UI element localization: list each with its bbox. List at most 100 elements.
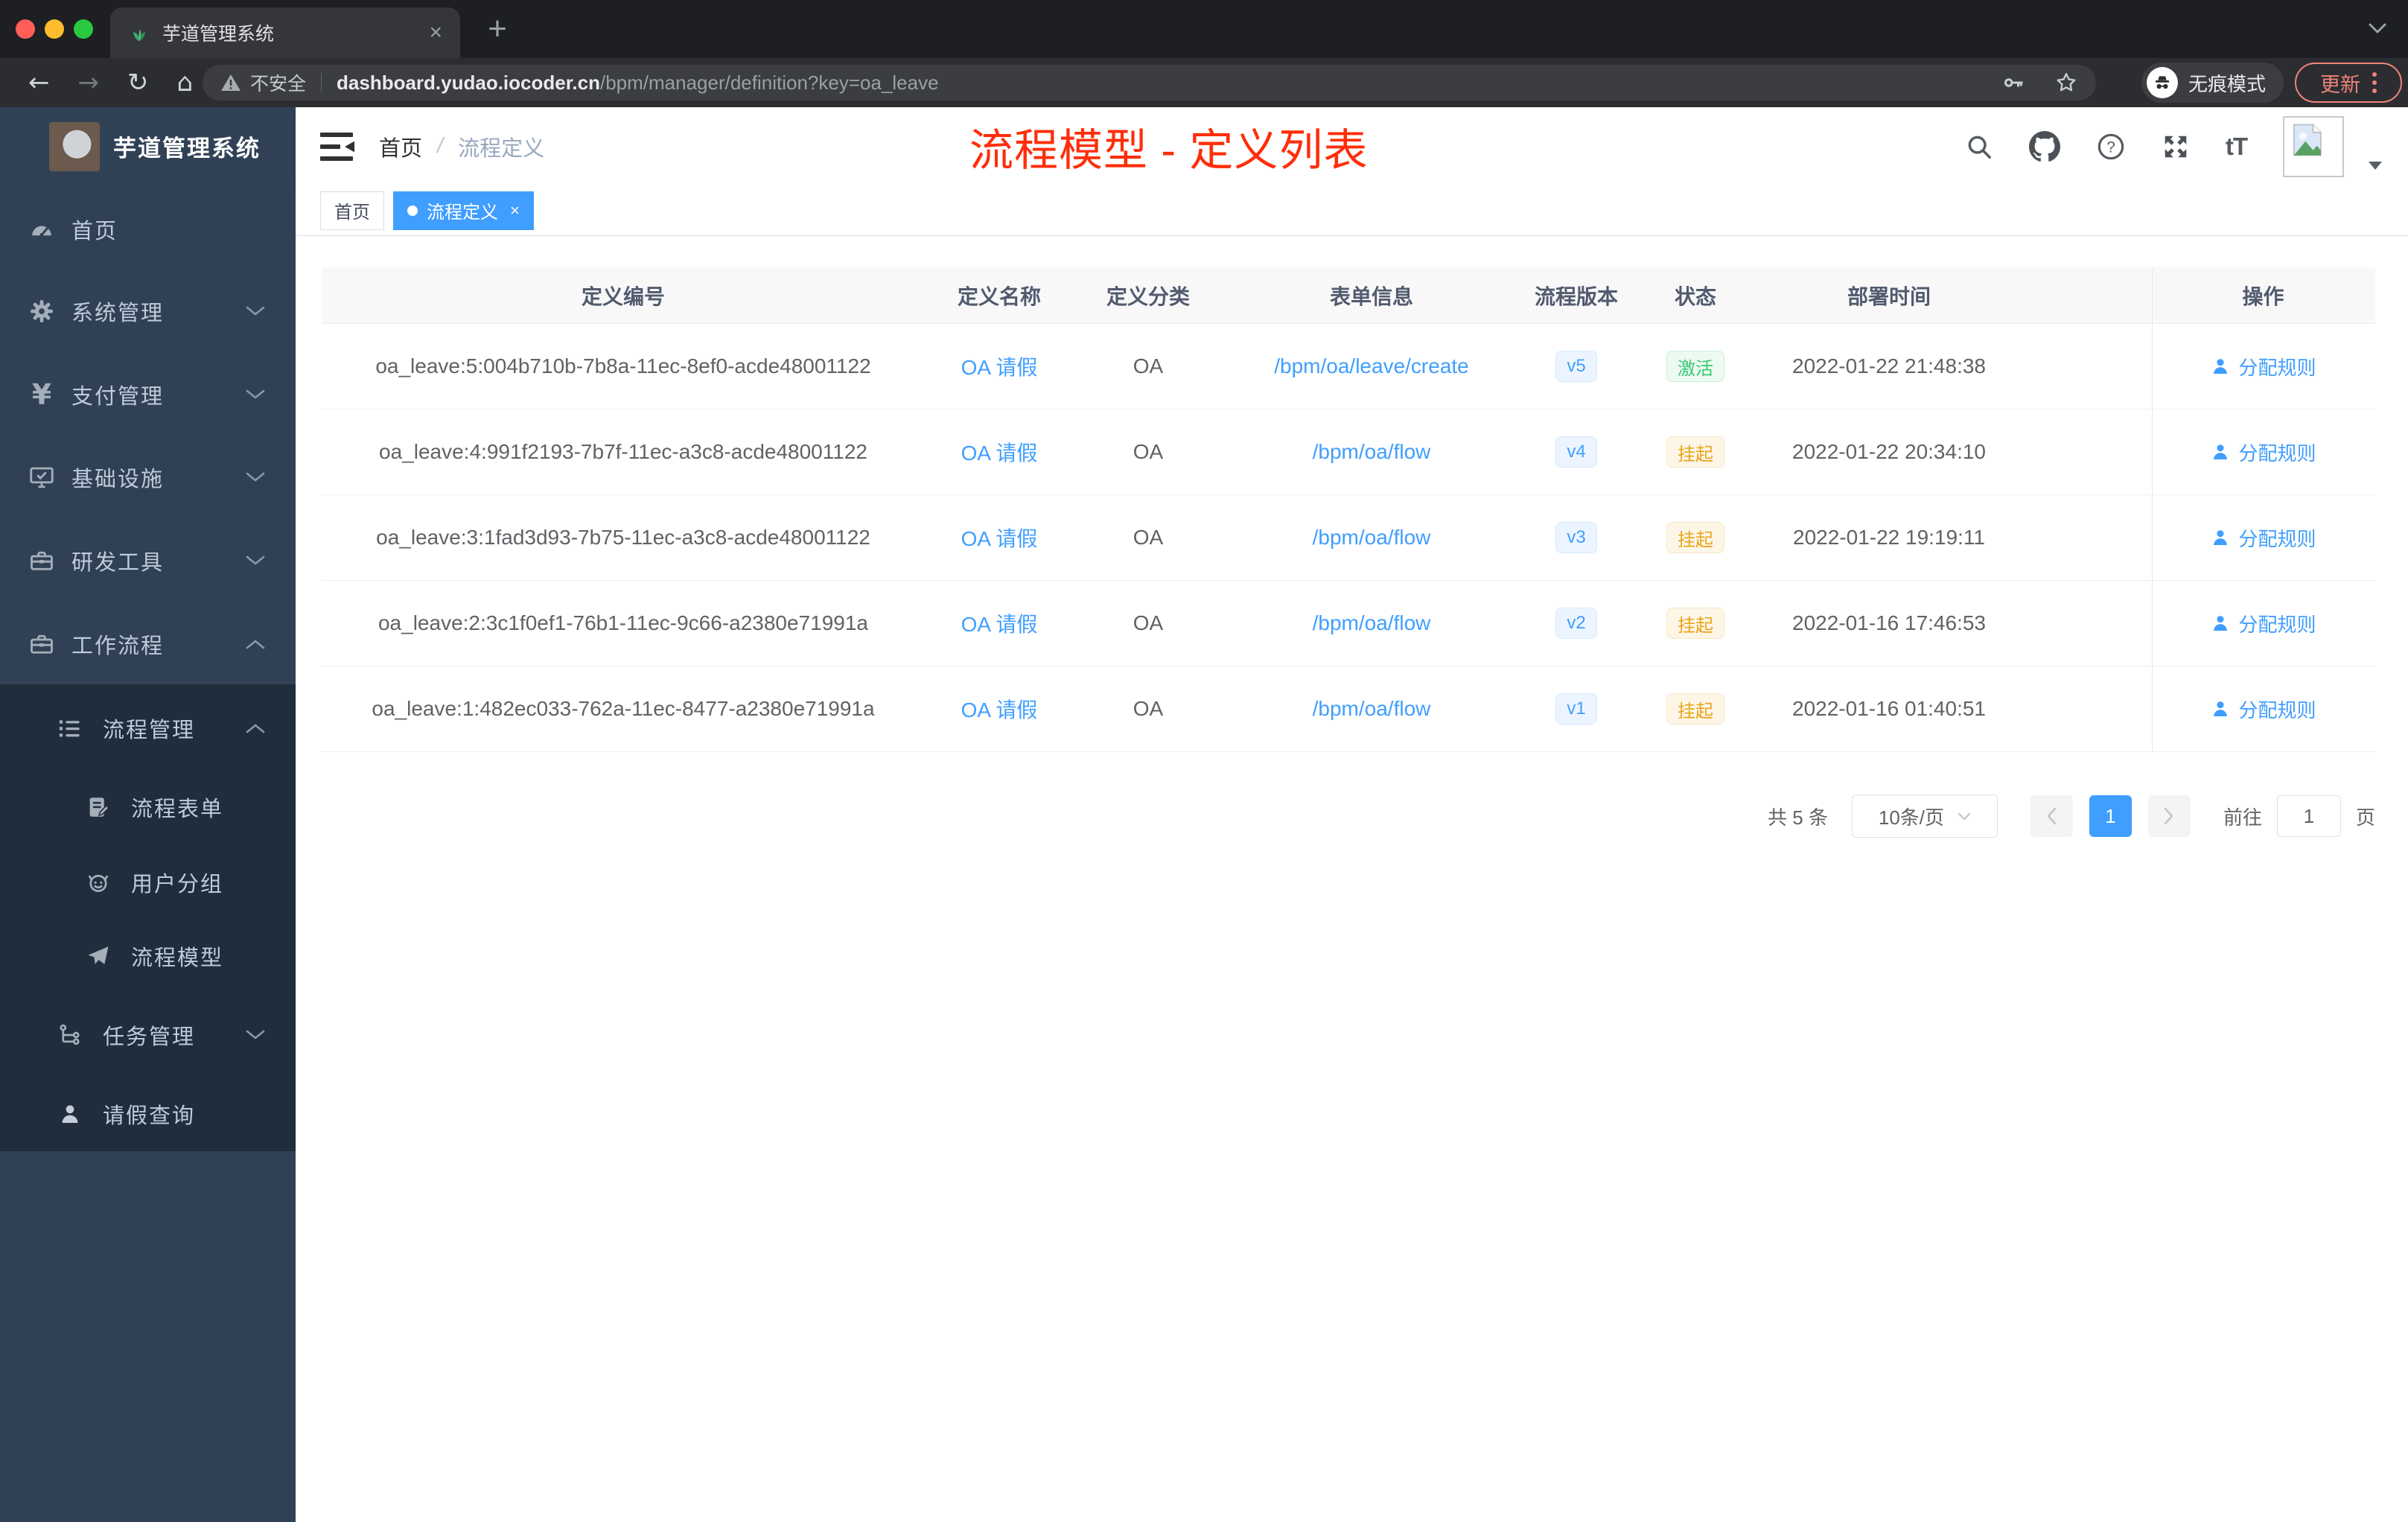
form-link[interactable]: /bpm/oa/flow — [1313, 440, 1431, 464]
sidebar-logo[interactable]: 芋道管理系统 — [0, 107, 296, 189]
avatar-caret-icon[interactable] — [2368, 161, 2383, 171]
user-solid-icon — [2214, 445, 2228, 460]
definition-name-link[interactable]: OA 请假 — [961, 437, 1038, 467]
traffic-light-zoom[interactable] — [74, 19, 93, 39]
user-solid-icon — [2214, 359, 2228, 375]
definition-name-link[interactable]: OA 请假 — [961, 523, 1038, 553]
sidebar-item-infra[interactable]: 基础设施 — [0, 440, 296, 515]
version-badge: v2 — [1555, 608, 1597, 639]
sidebar-item-home[interactable]: 首页 — [0, 192, 296, 267]
tab-title: 芋道管理系统 — [162, 24, 275, 45]
sidebar-item-devtools[interactable]: 研发工具 — [0, 523, 296, 598]
next-icon — [2165, 807, 2173, 825]
address-divider — [321, 73, 322, 92]
fullscreen-icon[interactable] — [2162, 133, 2190, 161]
tag-process-definition[interactable]: 流程定义 × — [393, 191, 534, 230]
col-header-version: 流程版本 — [1534, 284, 1618, 308]
home-icon[interactable]: ⌂ — [177, 68, 194, 98]
tag-home[interactable]: 首页 — [320, 191, 384, 230]
breadcrumb-home[interactable]: 首页 — [379, 131, 422, 162]
briefcase-icon — [27, 629, 57, 659]
sidebar-item-user-group[interactable]: 用户分组 — [0, 845, 296, 920]
user-avatar[interactable] — [2283, 115, 2344, 177]
goto-page-input[interactable] — [2276, 795, 2341, 837]
font-size-icon[interactable]: tT — [2226, 133, 2248, 161]
back-icon[interactable]: ← — [28, 68, 50, 98]
close-tab-icon[interactable]: × — [429, 22, 442, 44]
tag-close-icon[interactable]: × — [510, 201, 520, 220]
breadcrumb-current: 流程定义 — [458, 136, 545, 161]
col-header-name: 定义名称 — [957, 284, 1041, 308]
cell-definition-id: oa_leave:5:004b710b-7b8a-11ec-8ef0-acde4… — [375, 354, 871, 378]
col-header-form: 表单信息 — [1329, 284, 1413, 308]
cell-category: OA — [1133, 611, 1164, 634]
navbar-actions: ? tT — [1965, 107, 2383, 185]
col-header-filler — [2019, 267, 2152, 323]
chevron-down-icon — [246, 306, 265, 316]
assign-rule-button[interactable]: 分配规则 — [2210, 439, 2316, 466]
status-badge: 挂起 — [1666, 608, 1724, 639]
assign-rule-button[interactable]: 分配规则 — [2210, 353, 2316, 380]
cell-category: OA — [1133, 697, 1164, 720]
sidebar-item-process-model[interactable]: 流程模型 — [0, 919, 296, 993]
sidebar-item-system[interactable]: 系统管理 — [0, 274, 296, 348]
annotation-title: 流程模型 - 定义列表 — [969, 126, 1369, 175]
sidebar-item-process-form[interactable]: 流程表单 — [0, 770, 296, 844]
new-tab-button[interactable]: + — [480, 10, 515, 47]
tab-search-chevron-icon[interactable] — [2368, 22, 2387, 34]
traffic-light-minimize[interactable] — [45, 19, 64, 39]
sidebar-item-payment[interactable]: ¥ 支付管理 — [0, 357, 296, 432]
reload-icon[interactable]: ↻ — [127, 68, 149, 98]
definition-name-link[interactable]: OA 请假 — [961, 694, 1038, 724]
form-link[interactable]: /bpm/oa/flow — [1313, 526, 1431, 550]
assign-rule-button[interactable]: 分配规则 — [2210, 524, 2316, 552]
ssl-warning-icon[interactable] — [220, 73, 241, 92]
url-host: dashboard.yudao.iocoder.cn — [337, 71, 600, 94]
logo-avatar — [49, 122, 100, 171]
browser-chrome: 芋道管理系统 × + ← → ↻ ⌂ 不安全 dashboard.yudao.i… — [0, 0, 2408, 107]
prev-icon — [2048, 807, 2057, 825]
forward-icon[interactable]: → — [78, 68, 100, 98]
assign-rule-button[interactable]: 分配规则 — [2210, 695, 2316, 723]
prev-page-button[interactable] — [2030, 795, 2073, 837]
status-badge: 激活 — [1666, 351, 1724, 382]
form-link[interactable]: /bpm/oa/leave/create — [1274, 354, 1469, 378]
sidebar-item-leave-query[interactable]: 请假查询 — [0, 1077, 296, 1151]
cell-deploy-time: 2022-01-16 17:46:53 — [1792, 611, 1986, 634]
page-size-select[interactable]: 10条/页 — [1851, 795, 1998, 838]
browser-menu-dots-icon[interactable] — [2372, 72, 2377, 93]
pagination-total: 共 5 条 — [1768, 806, 1828, 829]
sidebar-item-workflow[interactable]: 工作流程 — [0, 607, 296, 681]
assign-rule-button[interactable]: 分配规则 — [2210, 610, 2316, 637]
broken-image-icon — [2293, 124, 2322, 156]
github-icon[interactable] — [2028, 130, 2060, 162]
browser-update-button[interactable]: 更新 — [2295, 63, 2402, 103]
chevron-up-icon — [246, 723, 265, 733]
col-header-actions: 操作 — [2152, 267, 2374, 323]
bookmark-star-icon[interactable] — [2054, 71, 2078, 95]
next-page-button[interactable] — [2147, 795, 2191, 837]
traffic-light-close[interactable] — [16, 19, 35, 39]
process-definition-table: 定义编号 定义名称 定义分类 表单信息 流程版本 状态 部署时间 操作 oa_l… — [322, 267, 2375, 752]
status-badge: 挂起 — [1666, 522, 1724, 553]
cell-category: OA — [1133, 354, 1164, 378]
help-icon[interactable]: ? — [2096, 132, 2126, 162]
form-link[interactable]: /bpm/oa/flow — [1313, 611, 1431, 635]
version-badge: v3 — [1555, 522, 1597, 553]
tree-icon — [55, 1020, 85, 1050]
table-row: oa_leave:3:1fad3d93-7b75-11ec-a3c8-acde4… — [322, 495, 2375, 581]
form-link[interactable]: /bpm/oa/flow — [1313, 697, 1431, 721]
sidebar-item-task-mgmt[interactable]: 任务管理 — [0, 998, 296, 1072]
key-icon[interactable] — [2002, 71, 2025, 94]
definition-name-link[interactable]: OA 请假 — [961, 608, 1038, 638]
incognito-badge: 无痕模式 — [2141, 63, 2284, 103]
page-number-1[interactable]: 1 — [2089, 795, 2132, 837]
hamburger-icon[interactable] — [320, 132, 356, 162]
active-tag-dot — [407, 205, 418, 216]
address-bar[interactable]: 不安全 dashboard.yudao.iocoder.cn/bpm/manag… — [203, 65, 2096, 101]
search-icon[interactable] — [1965, 133, 1993, 161]
sidebar-item-process-mgmt[interactable]: 流程管理 — [0, 691, 296, 765]
browser-tab[interactable]: 芋道管理系统 × — [110, 7, 460, 58]
definition-name-link[interactable]: OA 请假 — [961, 351, 1038, 381]
goto-label: 前往 — [2223, 806, 2262, 829]
